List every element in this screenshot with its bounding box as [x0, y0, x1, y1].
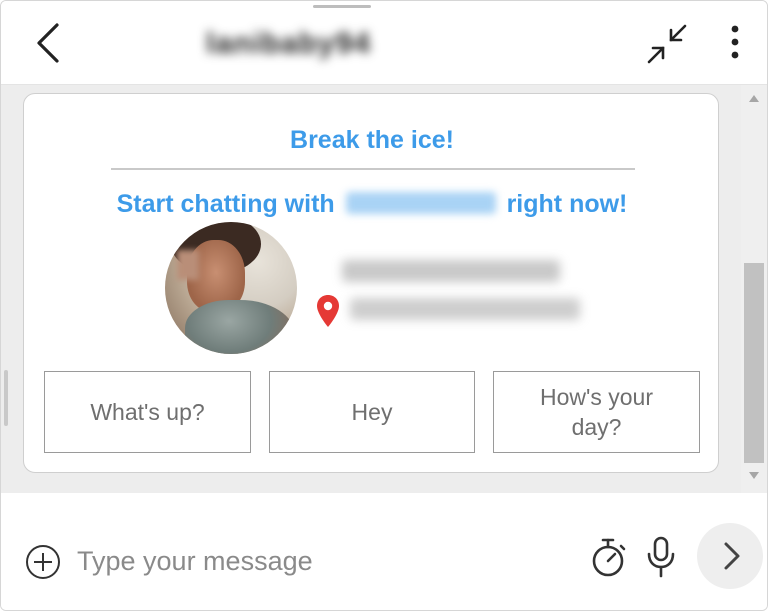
avatar[interactable] [165, 222, 297, 354]
card-subtitle: Start chatting with right now! [24, 190, 720, 219]
message-input[interactable] [77, 539, 577, 583]
vertical-dots-icon [731, 25, 739, 59]
avatar-blur [177, 250, 199, 280]
chat-header: lanibaby94 [1, 1, 767, 85]
quick-reply-button[interactable]: Hey [269, 371, 475, 453]
back-button[interactable] [29, 21, 69, 65]
send-button[interactable] [697, 523, 763, 589]
redacted-profile-name [342, 260, 560, 282]
resize-grip[interactable] [4, 370, 8, 426]
chat-window: lanibaby94 Break the ice! Start chatting… [0, 0, 768, 611]
stopwatch-icon[interactable] [589, 537, 629, 579]
scrollbar[interactable] [741, 85, 767, 493]
location-pin-icon [317, 295, 339, 327]
redacted-location [350, 298, 580, 320]
menu-button[interactable] [723, 21, 747, 65]
quick-reply-button[interactable]: How's your day? [493, 371, 700, 453]
drag-handle[interactable] [313, 5, 371, 8]
subtitle-suffix: right now! [506, 190, 628, 218]
avatar-body [185, 300, 295, 354]
scroll-down-arrow-icon[interactable] [749, 472, 759, 479]
message-composer [1, 493, 767, 610]
scroll-thumb[interactable] [744, 263, 764, 463]
quick-reply-button[interactable]: What's up? [44, 371, 251, 453]
scroll-up-arrow-icon[interactable] [749, 95, 759, 102]
microphone-icon[interactable] [645, 535, 677, 579]
chevron-left-icon [37, 23, 59, 63]
minimize-arrows-icon [647, 24, 687, 64]
subtitle-prefix: Start chatting with [116, 190, 335, 218]
card-title: Break the ice! [290, 126, 454, 154]
plus-circle-icon[interactable] [25, 544, 61, 580]
card-divider [111, 168, 635, 170]
contact-name: lanibaby94 [206, 27, 372, 60]
chevron-right-icon [724, 542, 740, 570]
icebreaker-card: Break the ice! Start chatting with right… [23, 93, 719, 473]
minimize-button[interactable] [645, 23, 689, 65]
redacted-contact-name [345, 192, 496, 214]
